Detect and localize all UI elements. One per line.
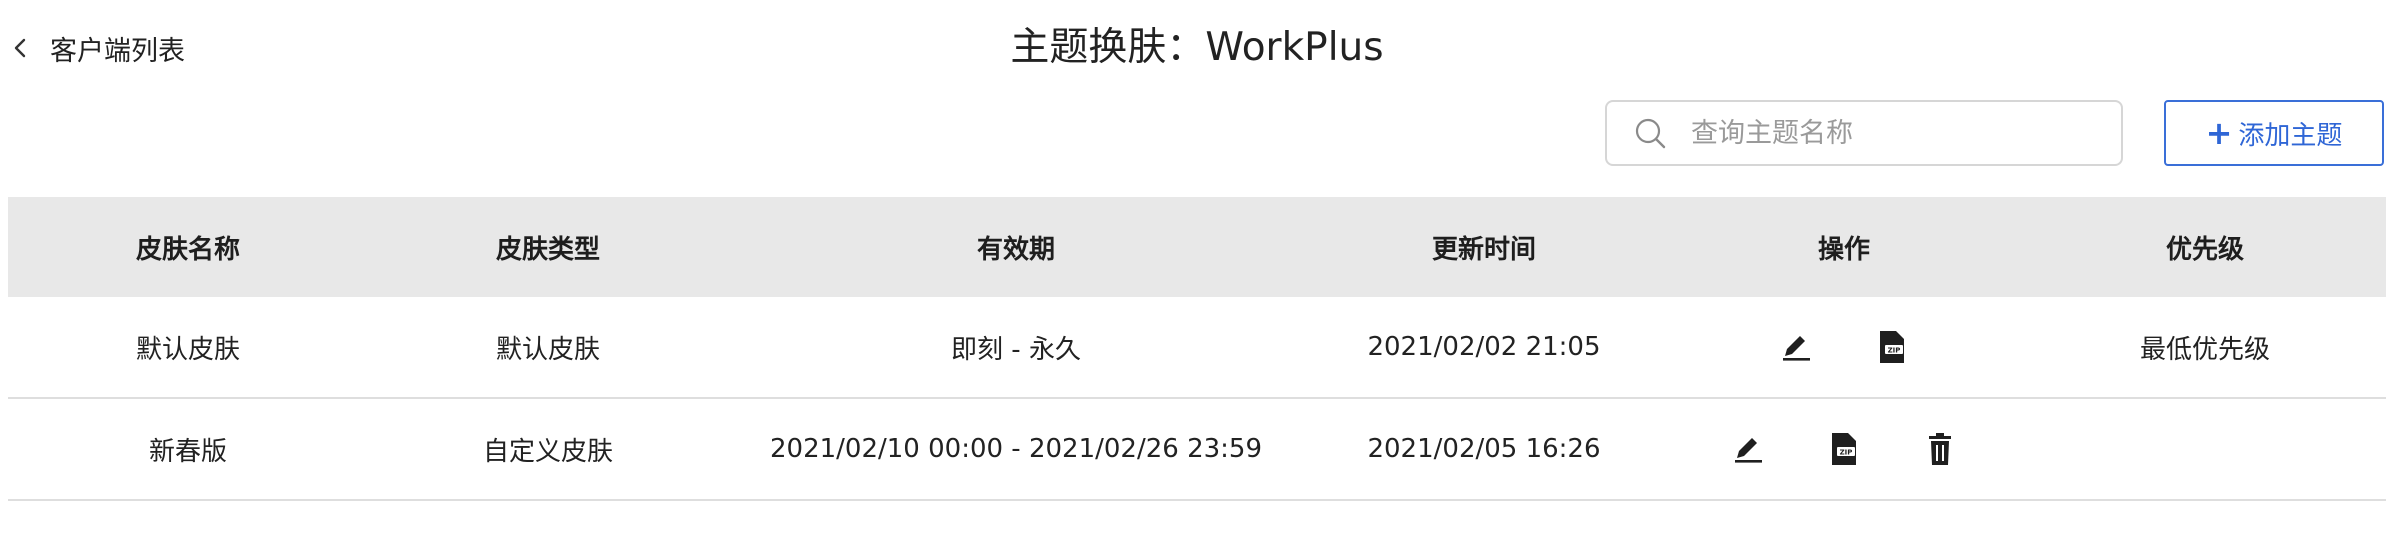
updated-time-cell: 2021/02/05 16:26	[1367, 434, 1601, 464]
validity-cell: 2021/02/10 00:00 - 2021/02/26 23:59	[769, 434, 1262, 464]
table-row: 新春版 自定义皮肤 2021/02/10 00:00 - 2021/02/26 …	[8, 399, 2386, 501]
actions-cell: ZIP	[1664, 431, 2024, 467]
validity-cell: 即刻 - 永久	[951, 334, 1081, 365]
skin-name-cell: 新春版	[148, 436, 227, 467]
column-header-name: 皮肤名称	[135, 234, 240, 265]
theme-search-box[interactable]	[1605, 100, 2123, 166]
svg-text:ZIP: ZIP	[1888, 347, 1901, 355]
add-theme-label: 添加主题	[2238, 120, 2343, 151]
page-title: 主题换肤：WorkPlus	[1010, 25, 1384, 70]
add-theme-button[interactable]: + 添加主题	[2164, 100, 2384, 166]
search-icon	[1635, 118, 1666, 149]
svg-text:ZIP: ZIP	[1840, 449, 1853, 457]
column-header-validity: 有效期	[976, 234, 1055, 265]
zip-download-icon[interactable]: ZIP	[1874, 329, 1910, 365]
actions-cell: ZIP	[1664, 329, 2024, 365]
edit-icon[interactable]	[1778, 329, 1814, 365]
priority-cell: 最低优先级	[2139, 334, 2270, 365]
column-header-actions: 操作	[1817, 234, 1870, 265]
skin-name-cell: 默认皮肤	[135, 334, 240, 365]
table-row: 默认皮肤 默认皮肤 即刻 - 永久 2021/02/02 21:05 ZIP 最…	[8, 297, 2386, 399]
table-header: 皮肤名称 皮肤类型 有效期 更新时间 操作 优先级	[8, 197, 2386, 297]
delete-icon[interactable]	[1922, 431, 1958, 467]
column-header-updated: 更新时间	[1431, 234, 1536, 265]
plus-icon: +	[2205, 114, 2233, 152]
skin-type-cell: 自定义皮肤	[482, 436, 613, 467]
skin-type-cell: 默认皮肤	[495, 334, 600, 365]
edit-icon[interactable]	[1730, 431, 1766, 467]
zip-download-icon[interactable]: ZIP	[1826, 431, 1862, 467]
column-header-type: 皮肤类型	[495, 234, 600, 265]
search-input[interactable]	[1689, 116, 2113, 150]
column-header-priority: 优先级	[2165, 234, 2244, 265]
updated-time-cell: 2021/02/02 21:05	[1367, 332, 1601, 362]
theme-table: 皮肤名称 皮肤类型 有效期 更新时间 操作 优先级 默认皮肤 默认皮肤 即刻 -…	[8, 197, 2386, 501]
